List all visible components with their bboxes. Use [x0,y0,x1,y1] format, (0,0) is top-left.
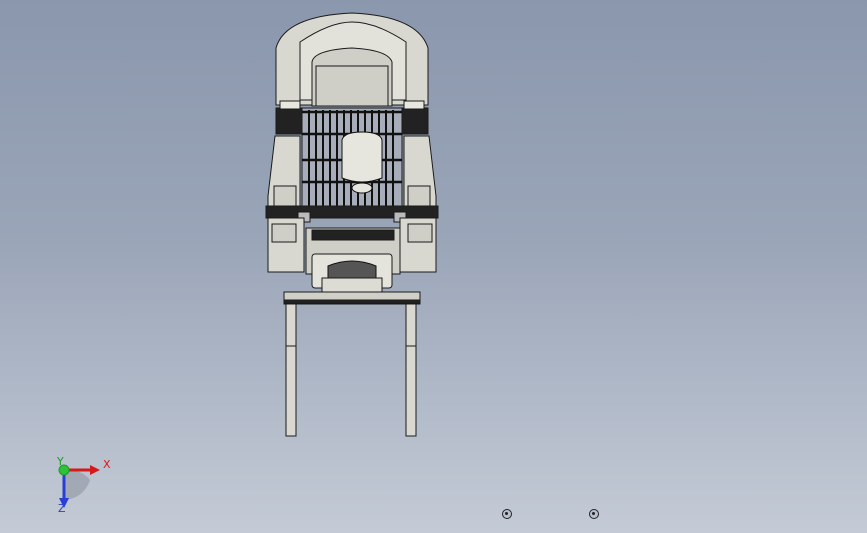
rotate-center-icon[interactable] [502,509,512,519]
cad-viewport[interactable]: X Y Z [0,0,867,533]
cab-window [311,47,393,107]
x-axis-label: X [103,458,111,471]
seat [341,131,383,183]
base-plate [265,205,439,219]
forklift-model[interactable] [0,0,867,533]
y-axis-label: Y [57,455,64,468]
fork-left [285,303,297,437]
z-axis-label: Z [58,502,66,515]
fork-right [405,303,417,437]
rotate-center-icon[interactable] [589,509,599,519]
